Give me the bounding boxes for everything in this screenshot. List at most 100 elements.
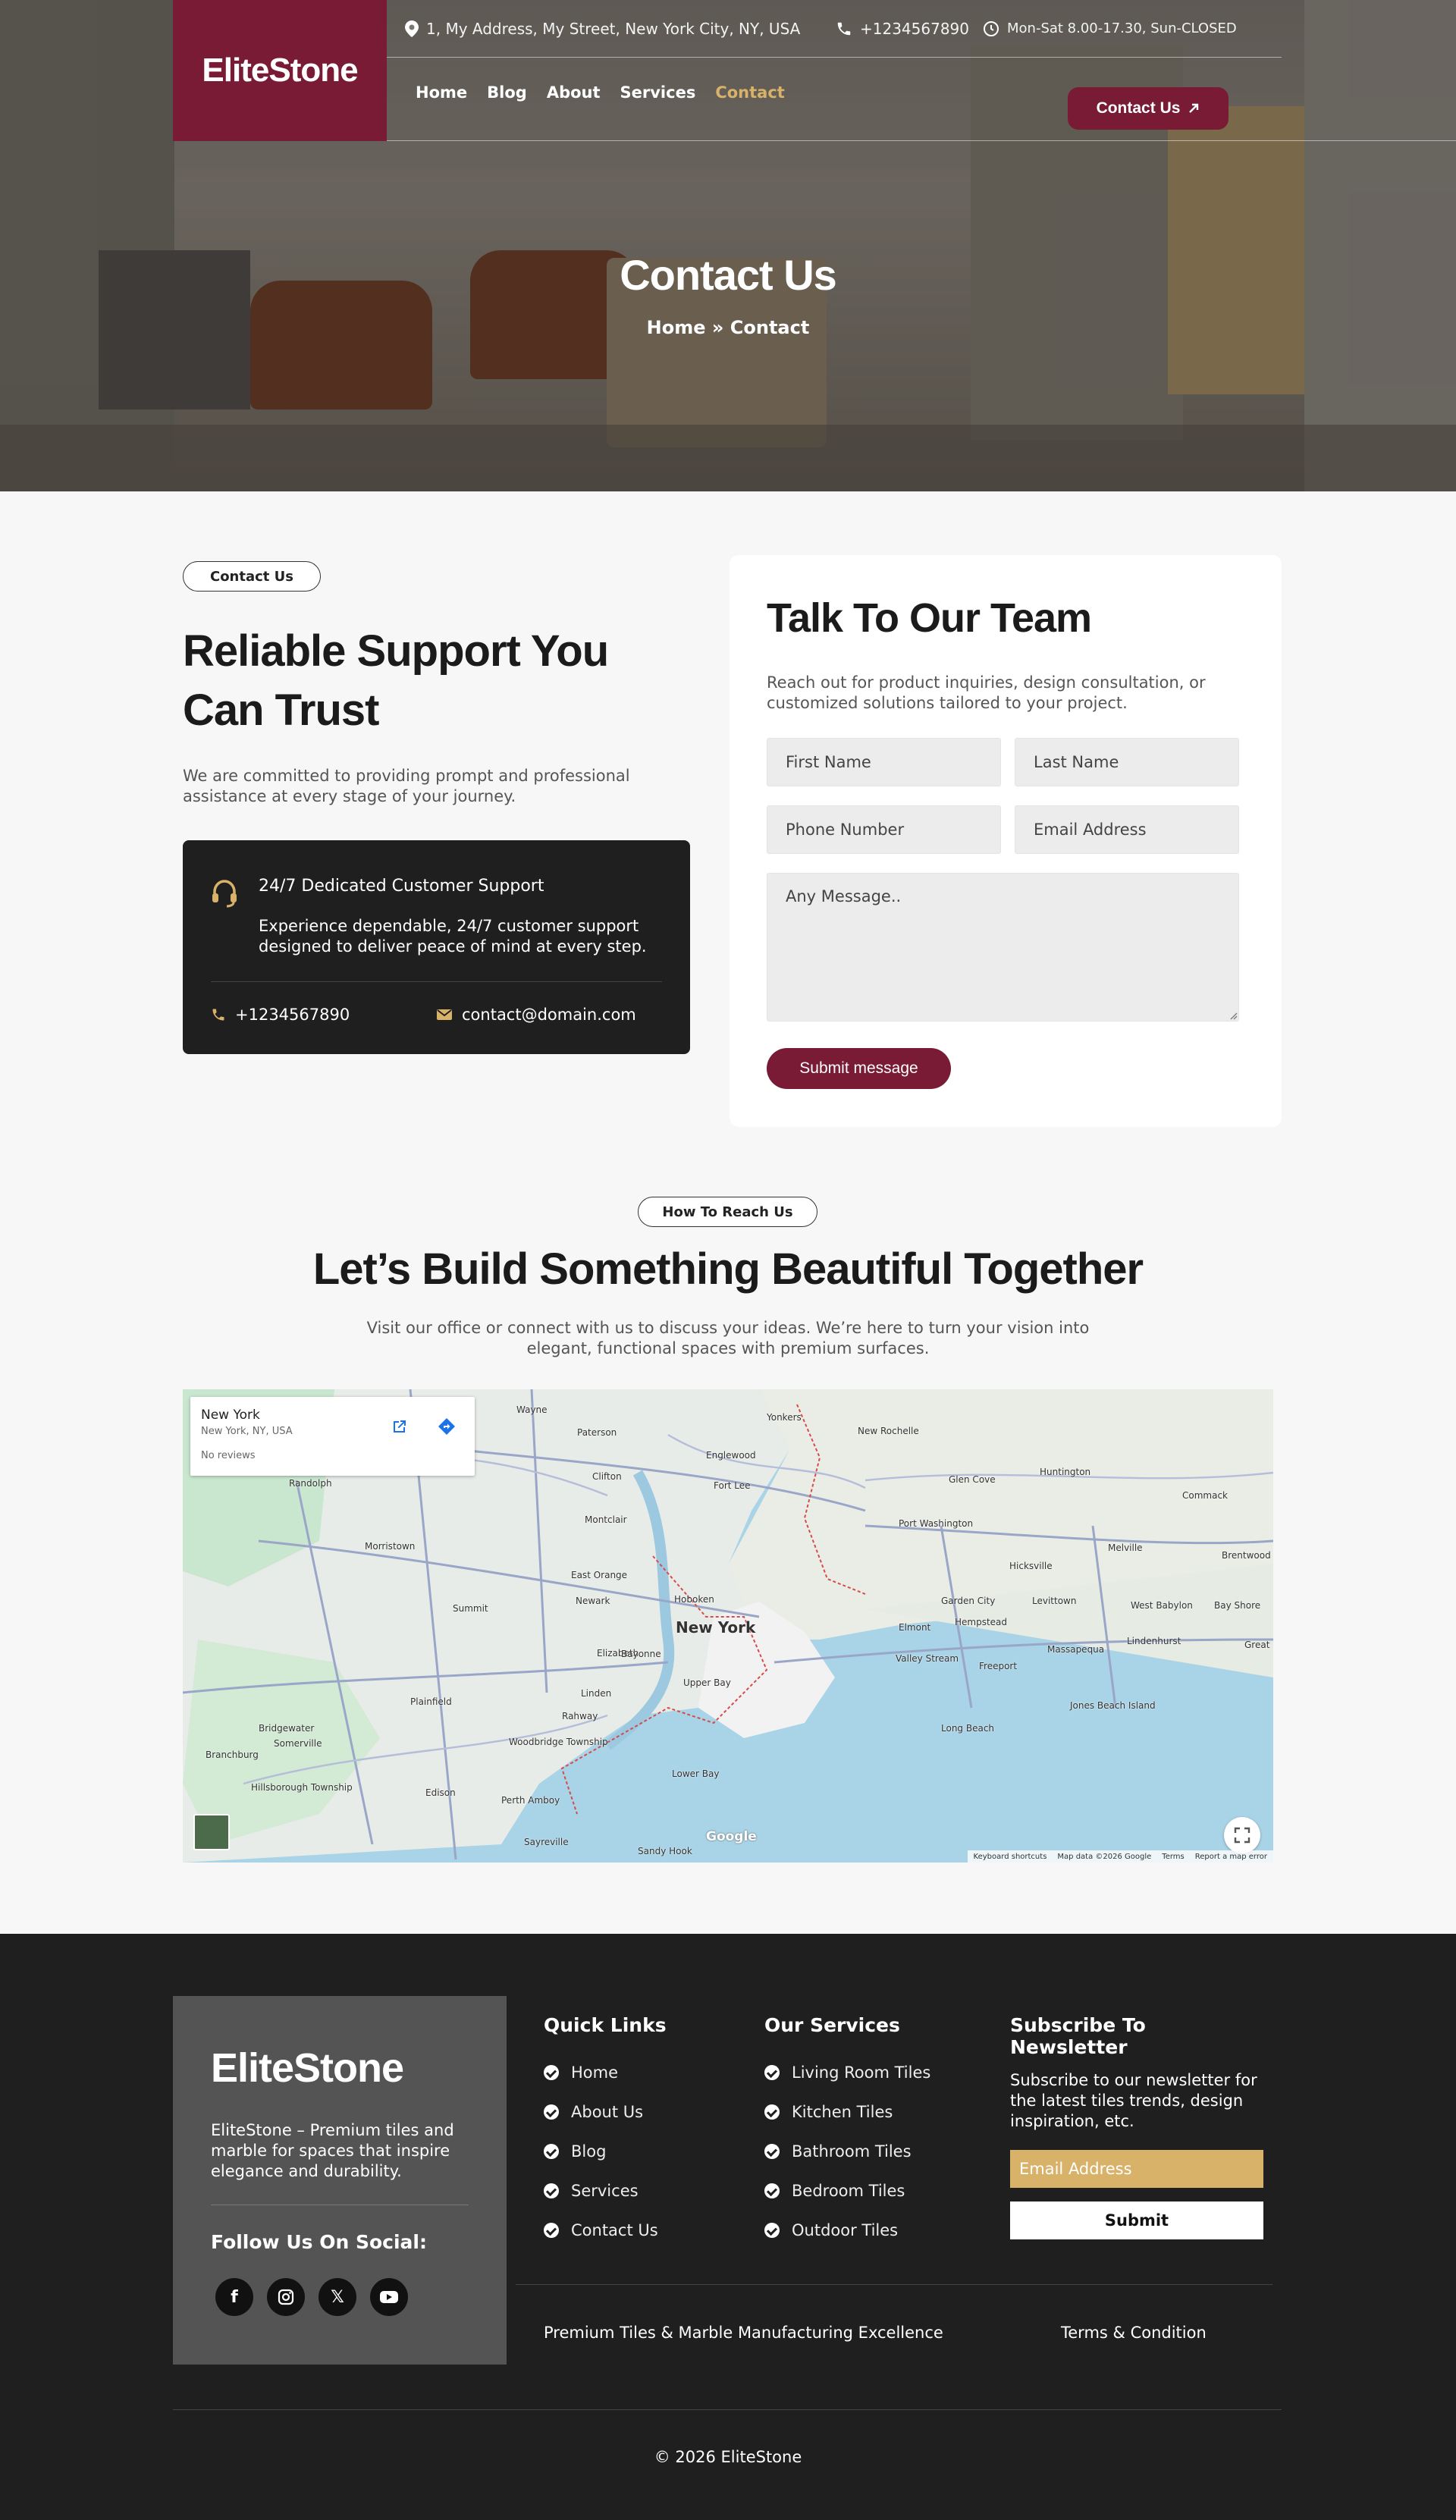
service-link-kitchen[interactable]: Kitchen Tiles [764,2092,930,2132]
map-label: Randolph [289,1478,332,1489]
page-title: Contact Us [620,251,837,299]
newsletter-submit-button[interactable]: Submit [1010,2201,1263,2239]
form-title: Talk To Our Team [767,595,1092,641]
map-label: Hillsborough Township [251,1782,353,1793]
phone-info[interactable]: +1234567890 [836,20,969,38]
quick-link-label: Blog [571,2142,607,2161]
footer-logo[interactable]: EliteStone [211,2045,404,2092]
breadcrumb-home[interactable]: Home [647,317,706,338]
map-label: Englewood [706,1450,756,1461]
support-phone-text: +1234567890 [235,1006,350,1024]
map-label: Garden City [941,1596,996,1606]
map-label: Sayreville [524,1837,569,1847]
google-map[interactable]: New York New York, NY, USA No reviews Wa… [183,1389,1273,1863]
newsletter-email-input[interactable]: Email Address [1010,2150,1263,2188]
nav-blog[interactable]: Blog [487,83,527,102]
map-label: Bridgewater [259,1723,315,1734]
map-label: Rahway [562,1711,598,1721]
resize-handle-icon[interactable] [1228,1011,1238,1020]
service-link-bathroom[interactable]: Bathroom Tiles [764,2132,930,2171]
quick-link-home[interactable]: Home [544,2053,667,2092]
map-terms-link[interactable]: Terms [1162,1853,1184,1861]
map-label: Newark [576,1596,610,1606]
headset-icon [212,880,237,908]
logo[interactable]: EliteStone [173,0,387,141]
map-label: Plainfield [410,1696,452,1707]
check-circle-icon [764,2144,780,2159]
facebook-icon[interactable]: f [215,2278,253,2316]
instagram-icon[interactable] [267,2278,305,2316]
service-link-outdoor[interactable]: Outdoor Tiles [764,2211,930,2250]
map-label: New Rochelle [858,1426,919,1436]
email-address-input[interactable]: Email Address [1015,805,1239,854]
map-place-name: New York [201,1407,260,1423]
social-links: f 𝕏 [215,2278,408,2316]
map-pin-icon [405,20,419,37]
map-label: New York [676,1618,756,1637]
check-circle-icon [764,2065,780,2080]
message-textarea[interactable]: Any Message.. [767,873,1239,1021]
quick-link-blog[interactable]: Blog [544,2132,667,2171]
contact-us-pill: Contact Us [183,561,321,592]
breadcrumb: Home » Contact [0,317,1456,338]
nav-contact[interactable]: Contact [715,83,785,102]
open-in-maps-icon[interactable] [391,1418,408,1435]
phone-number-input[interactable]: Phone Number [767,805,1001,854]
clock-icon [984,20,999,36]
how-to-reach-pill: How To Reach Us [638,1197,817,1227]
contact-us-button[interactable]: Contact Us [1068,87,1228,130]
contact-us-label: Contact Us [1096,99,1181,117]
directions-icon[interactable] [438,1417,456,1436]
support-phone[interactable]: +1234567890 [211,1006,350,1024]
map-fullscreen-button[interactable] [1224,1817,1260,1853]
support-email-text: contact@domain.com [462,1006,636,1024]
newsletter-column: Subscribe To Newsletter Subscribe to our… [1010,2014,1263,2239]
youtube-icon[interactable] [370,2278,408,2316]
terms-link[interactable]: Terms & Condition [1061,2324,1207,2342]
support-email[interactable]: contact@domain.com [436,1006,636,1024]
quick-link-contact[interactable]: Contact Us [544,2211,667,2250]
footer-divider [173,2409,1282,2410]
service-link-living-room[interactable]: Living Room Tiles [764,2053,930,2092]
nav-about[interactable]: About [547,83,601,102]
support-title: Reliable Support You Can Trust [183,626,609,735]
keyboard-shortcuts-link[interactable]: Keyboard shortcuts [974,1853,1047,1861]
map-label: Morristown [365,1541,416,1552]
first-name-input[interactable]: First Name [767,738,1001,786]
breadcrumb-separator: » [711,317,724,338]
map-label: Somerville [274,1738,322,1749]
map-label: Yonkers [767,1412,802,1423]
map-label: Paterson [577,1427,617,1438]
nav-home[interactable]: Home [416,83,467,102]
x-icon[interactable]: 𝕏 [318,2278,356,2316]
support-card-divider [211,981,662,982]
check-circle-icon [544,2183,559,2198]
support-card-description: Experience dependable, 24/7 customer sup… [259,917,647,956]
submit-message-button[interactable]: Submit message [767,1048,951,1089]
map-label: Valley Stream [896,1653,959,1664]
quick-link-services[interactable]: Services [544,2171,667,2211]
map-label: Port Washington [899,1518,974,1529]
footer-description: EliteStone – Premium tiles and marble fo… [211,2121,454,2180]
map-label: Glen Cove [949,1474,996,1485]
report-error-link[interactable]: Report a map error [1195,1853,1267,1861]
quick-link-label: About Us [571,2103,644,2121]
service-link-bedroom[interactable]: Bedroom Tiles [764,2171,930,2211]
newsletter-description: Subscribe to our newsletter for the late… [1010,2071,1257,2130]
map-label: Great [1244,1640,1270,1650]
map-label: Upper Bay [683,1677,731,1688]
phone-icon [212,1009,224,1021]
top-info-bar: 1, My Address, My Street, New York City,… [387,0,1282,58]
map-label: Fort Lee [714,1480,751,1491]
check-circle-icon [544,2065,559,2080]
logo-text: EliteStone [202,52,358,89]
last-name-input[interactable]: Last Name [1015,738,1239,786]
hours-text: Mon-Sat 8.00-17.30, Sun-CLOSED [1007,20,1237,36]
footer: EliteStone EliteStone – Premium tiles an… [0,1934,1456,2520]
quick-link-about[interactable]: About Us [544,2092,667,2132]
map-place-card: New York New York, NY, USA No reviews [190,1397,475,1476]
nav-services[interactable]: Services [620,83,696,102]
map-label: Lower Bay [672,1768,720,1779]
main-nav: Home Blog About Services Contact [416,83,785,102]
map-layer-toggle[interactable] [193,1814,230,1850]
